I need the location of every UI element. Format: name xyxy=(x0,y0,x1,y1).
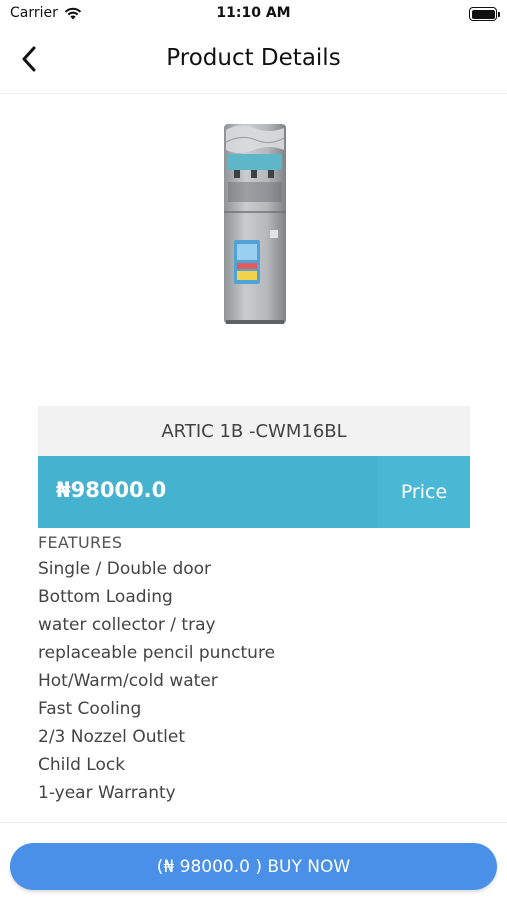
feature-item: 2/3 Nozzel Outlet xyxy=(38,727,185,747)
status-time: 11:10 AM xyxy=(216,5,291,21)
features-heading: FEATURES xyxy=(38,533,123,552)
price-bar: ₦98000.0 Price xyxy=(38,456,470,528)
feature-item: 1-year Warranty xyxy=(38,783,176,803)
battery-level xyxy=(471,9,495,19)
product-name: ARTIC 1B -CWM16BL xyxy=(38,406,470,456)
navigation-bar: Product Details xyxy=(0,28,507,94)
battery-icon xyxy=(469,7,500,21)
price-label: Price xyxy=(378,456,470,528)
feature-item: Single / Double door xyxy=(38,559,212,579)
status-bar: Carrier 11:10 AM xyxy=(0,0,507,28)
buy-now-button[interactable]: (₦ 98000.0 ) BUY NOW xyxy=(10,843,497,890)
feature-item: Child Lock xyxy=(38,755,126,775)
feature-item: Fast Cooling xyxy=(38,699,142,719)
feature-item: Hot/Warm/cold water xyxy=(38,671,218,691)
features-list: FEATURES Single / Double door Bottom Loa… xyxy=(38,531,478,807)
page-title: Product Details xyxy=(166,45,341,71)
divider xyxy=(0,822,507,823)
feature-item: water collector / tray xyxy=(38,615,216,635)
water-dispenser-image xyxy=(224,124,286,324)
price-value: ₦98000.0 xyxy=(56,478,167,502)
feature-item: replaceable pencil puncture xyxy=(38,643,276,663)
feature-item: Bottom Loading xyxy=(38,587,173,607)
